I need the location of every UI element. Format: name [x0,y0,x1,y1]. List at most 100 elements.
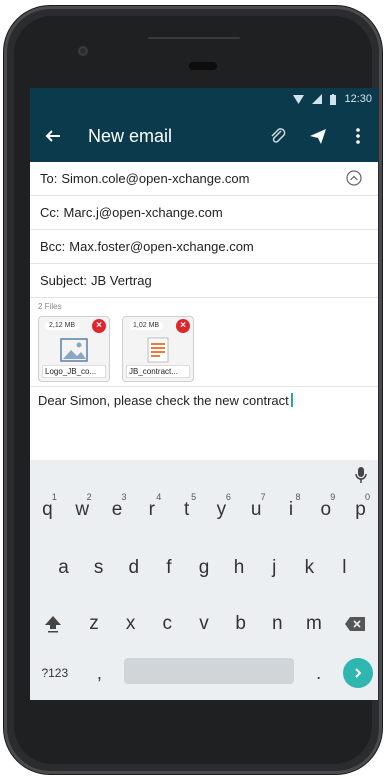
key-t[interactable]: 5t [171,492,202,528]
message-body-text[interactable]: Dear Simon, please check the new contrac… [38,393,289,408]
enter-key[interactable] [343,658,374,688]
key-label: i [288,499,294,520]
key-k[interactable]: k [294,550,325,586]
attachment-size: 1,02 MB [129,321,164,330]
top-speaker-grille [148,37,240,39]
cc-label: Cc: [40,205,60,220]
bcc-label: Bcc: [40,239,66,254]
front-camera [78,46,88,56]
files-count: 2 Files [38,302,62,311]
attachment-card[interactable]: 1,02 MB × JB_contract... [122,316,194,382]
document-file-icon [147,337,169,363]
back-arrow-icon [45,130,60,142]
chevron-right-icon [355,668,362,678]
shift-key[interactable] [33,606,73,642]
key-e[interactable]: 3e [101,492,132,528]
comma-key[interactable]: , [84,658,114,688]
bcc-field[interactable]: Bcc: Max.foster@open-xchange.com [30,230,378,264]
shift-icon [44,616,61,633]
to-field[interactable]: To: Simon.cole@open-xchange.com [30,162,378,196]
key-a[interactable]: a [48,550,79,586]
to-label: To: [40,171,58,186]
key-s[interactable]: s [83,550,114,586]
key-p[interactable]: 0p [345,492,376,528]
key-hint: 2 [86,492,92,502]
key-label: u [250,499,262,520]
key-hint: 8 [295,492,301,502]
key-c[interactable]: c [152,606,183,642]
wifi-icon [293,94,305,104]
cc-value[interactable]: Marc.j@open-xchange.com [64,205,223,220]
key-hint: 7 [260,492,266,502]
subject-field[interactable]: Subject: JB Vertrag [30,264,378,298]
earpiece [189,62,217,70]
attachment-name: Logo_JB_co... [42,365,106,378]
key-hint: 0 [365,492,371,502]
attachment-name: JB_contract... [126,365,190,378]
key-hint: 9 [330,492,336,502]
keyboard-row-3: z x c v b n m [30,606,378,642]
key-g[interactable]: g [188,550,219,586]
space-key[interactable] [123,658,294,684]
key-label: p [355,499,366,520]
keyboard-row-2: a s d f g h j k l [30,550,378,586]
app-bar: New email [30,110,378,162]
key-label: w [75,499,90,520]
key-q[interactable]: 1q [32,492,63,528]
key-label: o [320,499,332,520]
period-key[interactable]: . [304,658,334,688]
expand-recipients-icon[interactable] [346,170,362,186]
key-hint: 1 [51,492,57,502]
key-label: r [148,499,155,520]
key-n[interactable]: n [262,606,293,642]
remove-attachment-icon[interactable]: × [176,319,190,333]
image-file-icon [60,338,88,362]
attach-button[interactable] [258,110,298,162]
subject-label: Subject: [40,273,87,288]
status-bar: 12:30 [30,88,378,110]
attachments-section: 2 Files 2,12 MB × Logo_JB_co... 1,02 MB … [30,298,378,387]
keyboard: 1q 2w 3e 4r 5t 6y 7u 8i 9o 0p a s d f g … [30,460,378,700]
message-body[interactable]: Dear Simon, please check the new contrac… [30,387,378,414]
key-label: t [183,499,190,520]
bcc-value[interactable]: Max.foster@open-xchange.com [69,239,253,254]
key-b[interactable]: b [225,606,256,642]
backspace-key[interactable] [335,606,375,642]
key-hint: 6 [225,492,231,502]
send-icon [310,129,326,144]
symbols-key[interactable]: ?123 [35,658,75,688]
back-button[interactable] [30,110,76,162]
key-m[interactable]: m [298,606,329,642]
key-f[interactable]: f [153,550,184,586]
key-label: q [42,499,53,520]
key-u[interactable]: 7u [241,492,272,528]
key-l[interactable]: l [329,550,360,586]
attachment-card[interactable]: 2,12 MB × Logo_JB_co... [38,316,110,382]
key-hint: 4 [156,492,162,502]
remove-attachment-icon[interactable]: × [92,319,106,333]
key-y[interactable]: 6y [206,492,237,528]
screen: 12:30 New email To: Simon.cole@open-xcha… [30,88,378,700]
attachment-size: 2,12 MB [45,321,80,330]
send-button[interactable] [298,110,338,162]
more-options-button[interactable] [338,110,378,162]
key-x[interactable]: x [115,606,146,642]
key-hint: 3 [121,492,127,502]
more-vert-icon [356,128,360,144]
cc-field[interactable]: Cc: Marc.j@open-xchange.com [30,196,378,230]
key-v[interactable]: v [188,606,219,642]
page-title: New email [88,125,173,146]
key-h[interactable]: h [224,550,255,586]
key-j[interactable]: j [259,550,290,586]
app-bar-actions [258,110,378,162]
microphone-icon[interactable] [354,466,368,484]
to-value[interactable]: Simon.cole@open-xchange.com [61,171,249,186]
keyboard-row-1: 1q 2w 3e 4r 5t 6y 7u 8i 9o 0p [30,492,378,528]
key-o[interactable]: 9o [310,492,341,528]
key-i[interactable]: 8i [275,492,306,528]
key-d[interactable]: d [118,550,149,586]
key-r[interactable]: 4r [136,492,167,528]
key-z[interactable]: z [78,606,109,642]
subject-value[interactable]: JB Vertrag [91,273,152,288]
key-w[interactable]: 2w [67,492,98,528]
